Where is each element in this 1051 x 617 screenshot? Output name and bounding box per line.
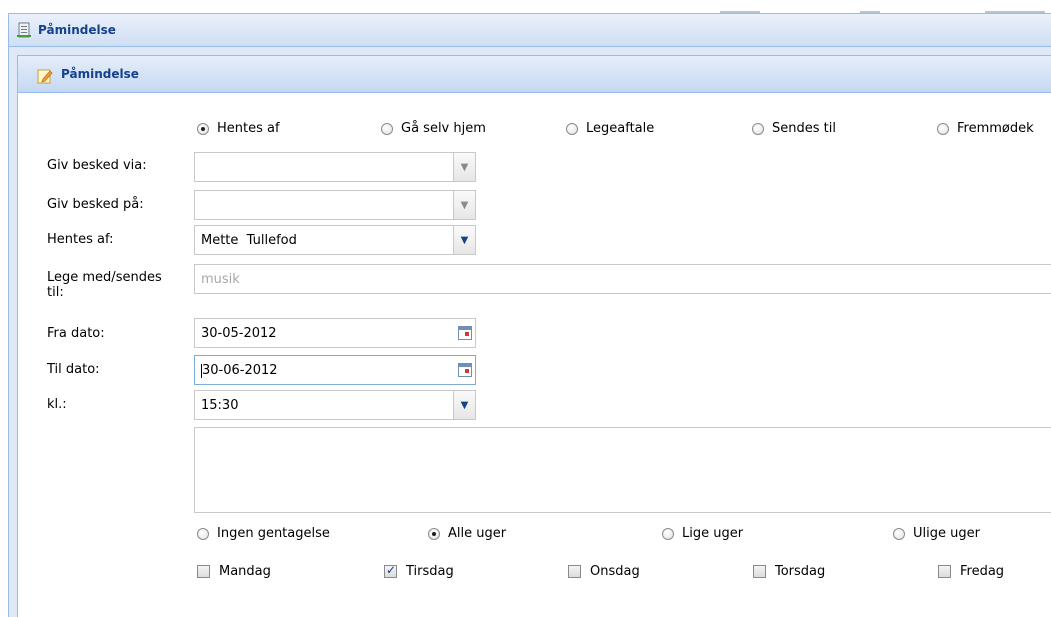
picked-up-by-combo[interactable]: Mette Tullefod ▼: [194, 225, 476, 255]
notify-on-combo[interactable]: ▼: [194, 190, 476, 220]
checkbox-box: [197, 565, 210, 578]
radio-dot: [662, 527, 674, 540]
inner-panel-header: Påmindelse: [17, 55, 1051, 93]
radio-label: Ulige uger: [913, 526, 980, 541]
radio-label: Legeaftale: [586, 121, 655, 136]
edit-note-icon: [37, 69, 53, 84]
label-notify-via: Giv besked via:: [47, 158, 147, 173]
checkbox-fredag[interactable]: Fredag: [938, 564, 1004, 579]
radio-dot: [893, 527, 905, 540]
checkbox-label: Tirsdag: [406, 564, 454, 579]
radio-label: Sendes til: [772, 121, 836, 136]
document-icon: [17, 22, 31, 38]
picked-up-by-value: Mette Tullefod: [201, 233, 297, 248]
radio-label: Fremmødek: [957, 121, 1034, 136]
radio-alle-uger[interactable]: Alle uger: [428, 526, 506, 541]
radio-dot: [381, 122, 393, 135]
chevron-down-icon[interactable]: ▼: [453, 391, 475, 419]
inner-panel-title: Påmindelse: [61, 67, 139, 81]
radio-hentes-af[interactable]: Hentes af: [197, 121, 280, 136]
radio-label: Ingen gentagelse: [217, 526, 330, 541]
calendar-icon[interactable]: [458, 363, 472, 377]
radio-dot: [752, 122, 764, 135]
from-date-field[interactable]: 30-05-2012: [194, 318, 476, 348]
label-play-with-line2: til:: [47, 285, 64, 300]
radio-sendes-til[interactable]: Sendes til: [752, 121, 836, 136]
outer-panel-header: Påmindelse: [8, 13, 1051, 47]
play-with-input[interactable]: musik: [194, 264, 1051, 294]
checkbox-box: [384, 563, 397, 578]
checkbox-onsdag[interactable]: Onsdag: [568, 564, 640, 579]
checkbox-tirsdag[interactable]: Tirsdag: [384, 563, 454, 579]
checkbox-label: Fredag: [960, 564, 1005, 579]
checkbox-label: Torsdag: [775, 564, 826, 579]
play-with-placeholder: musik: [201, 272, 240, 287]
radio-legeaftale[interactable]: Legeaftale: [566, 121, 654, 136]
radio-dot: [937, 122, 949, 135]
time-combo[interactable]: 15:30 ▼: [194, 390, 476, 420]
calendar-icon[interactable]: [458, 326, 472, 340]
radio-fremmodek[interactable]: Fremmødek: [937, 121, 1034, 136]
checkbox-torsdag[interactable]: Torsdag: [753, 564, 825, 579]
checkbox-mandag[interactable]: Mandag: [197, 564, 271, 579]
radio-ulige-uger[interactable]: Ulige uger: [893, 526, 980, 541]
radio-lige-uger[interactable]: Lige uger: [662, 526, 743, 541]
label-time: kl.:: [47, 397, 67, 412]
note-textarea[interactable]: [194, 427, 1051, 513]
radio-dot: [197, 122, 209, 135]
label-to-date: Til dato:: [47, 362, 100, 377]
radio-ingen-gentagelse[interactable]: Ingen gentagelse: [197, 526, 330, 541]
label-play-with-line1: Lege med/sendes: [47, 270, 162, 285]
radio-label: Alle uger: [448, 526, 507, 541]
outer-panel-title: Påmindelse: [38, 23, 116, 37]
to-date-value: 30-06-2012: [201, 363, 278, 378]
radio-dot: [566, 122, 578, 135]
radio-dot: [197, 527, 209, 540]
radio-label: Gå selv hjem: [401, 121, 486, 136]
chevron-down-icon[interactable]: ▼: [453, 226, 475, 254]
time-value: 15:30: [201, 398, 239, 413]
checkbox-box: [938, 565, 951, 578]
to-date-field[interactable]: 30-06-2012: [194, 355, 476, 385]
radio-ga-selv-hjem[interactable]: Gå selv hjem: [381, 121, 486, 136]
label-picked-up-by: Hentes af:: [47, 232, 114, 247]
top-strip: [0, 0, 1051, 13]
radio-label: Hentes af: [217, 121, 280, 136]
checkbox-label: Mandag: [219, 564, 271, 579]
from-date-value: 30-05-2012: [201, 326, 277, 341]
label-notify-on: Giv besked på:: [47, 197, 144, 212]
radio-dot: [428, 527, 440, 540]
label-from-date: Fra dato:: [47, 326, 105, 341]
checkbox-box: [753, 565, 766, 578]
to-date-text: 30-06-2012: [202, 363, 278, 378]
notify-via-combo[interactable]: ▼: [194, 152, 476, 182]
chevron-down-icon[interactable]: ▼: [453, 153, 475, 181]
radio-label: Lige uger: [682, 526, 744, 541]
chevron-down-icon[interactable]: ▼: [453, 191, 475, 219]
checkbox-label: Onsdag: [590, 564, 640, 579]
checkbox-box: [568, 565, 581, 578]
